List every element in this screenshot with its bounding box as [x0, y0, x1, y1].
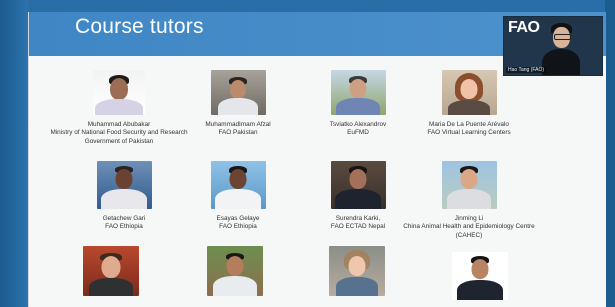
tutor-name: Surendra Karki,	[335, 215, 381, 222]
tutor-photo	[452, 252, 508, 300]
tutor-photo	[210, 161, 266, 209]
tutor-card: Jinming Li China Animal Health and Epide…	[399, 161, 539, 240]
tutor-photo	[210, 70, 266, 115]
tutor-name: Getachew Gari	[102, 215, 146, 222]
tutor-org: FAO Ethiopia	[188, 223, 288, 231]
tutor-photo	[83, 246, 139, 296]
screen: Course tutors Muhammad Abubakar Ministry…	[0, 0, 615, 307]
tutor-name: Esayas Gelaye	[216, 215, 260, 222]
tutor-card	[322, 246, 392, 296]
tutor-photo	[330, 161, 386, 209]
fao-logo: FAO	[508, 19, 540, 37]
tutor-photo	[93, 70, 145, 115]
tutor-name: Tsviatko Alexandrov	[329, 121, 387, 128]
tutor-org: FAO Pakistan	[188, 129, 288, 137]
tutor-org: China Animal Health and Epidemiology Cen…	[399, 223, 539, 240]
tutor-org: FAO ECTAD Nepal	[308, 223, 408, 231]
window-left-background	[0, 0, 28, 307]
tutor-org-line: FAO Pakistan	[218, 129, 258, 137]
tutor-name: Muhammad Abubakar	[87, 121, 151, 128]
tutor-card: Muhammad Abubakar Ministry of National F…	[34, 70, 204, 146]
fao-logo-text: FAO	[508, 19, 540, 36]
tutor-org-line: Ministry of National Food Security and R…	[50, 129, 188, 137]
participant-name-label: Hao Tang (FAO)	[506, 67, 547, 73]
tutor-photo	[207, 246, 263, 296]
window-top-background	[0, 0, 615, 12]
tutor-org: FAO Virtual Learning Centers	[409, 129, 529, 137]
tutor-org-line: Government of Pakistan	[84, 137, 154, 145]
tutor-card: Esayas Gelaye FAO Ethiopia	[188, 161, 288, 232]
tutor-card	[76, 246, 146, 296]
participant-avatar	[542, 23, 580, 75]
tutor-org-line: FAO ECTAD Nepal	[330, 223, 386, 231]
tutor-card: Surendra Karki, FAO ECTAD Nepal	[308, 161, 408, 232]
tutor-org: Ministry of National Food Security and R…	[34, 129, 204, 146]
participant-video-tile[interactable]: FAO Hao Tang (FAO)	[503, 16, 603, 76]
window-right-background	[605, 0, 615, 307]
tutor-org-line: FAO Ethiopia	[219, 223, 257, 231]
tutor-name: MuhammadImam Afzal	[205, 121, 271, 128]
tutor-org: EuFMD	[308, 129, 408, 137]
tutor-org: FAO Ethiopia	[64, 223, 184, 231]
tutor-card: Getachew Gari FAO Ethiopia	[64, 161, 184, 232]
tutor-org-line: FAO Ethiopia	[105, 223, 143, 231]
tutor-org-line: China Animal Health and Epidemiology Cen…	[403, 223, 535, 231]
tutor-org-line: FAO Virtual Learning Centers	[427, 129, 511, 137]
tutor-card	[445, 252, 515, 300]
tutor-name: Jinming Li	[454, 215, 484, 222]
tutor-card: MuhammadImam Afzal FAO Pakistan	[188, 70, 288, 138]
tutor-photo	[330, 70, 386, 115]
tutor-card	[200, 246, 270, 296]
tutor-card: Tsviatko Alexandrov EuFMD	[308, 70, 408, 138]
tutor-photo	[329, 246, 385, 296]
tutor-photo	[441, 161, 497, 209]
tutor-card: Maria De La Puente Arévalo FAO Virtual L…	[409, 70, 529, 138]
tutor-photo	[441, 70, 497, 115]
tutor-org-line: (CAHEC)	[455, 231, 483, 239]
tutor-org-line: EuFMD	[347, 129, 369, 137]
tutor-name: Maria De La Puente Arévalo	[429, 121, 509, 128]
tutor-photo	[96, 161, 152, 209]
slide-title: Course tutors	[75, 15, 204, 38]
